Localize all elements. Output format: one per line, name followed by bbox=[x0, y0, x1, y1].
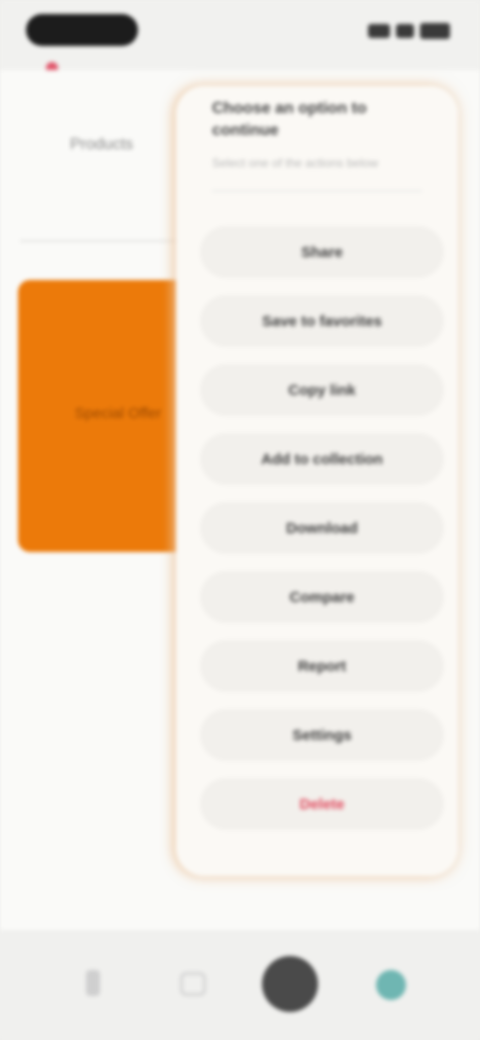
cart-icon bbox=[180, 972, 206, 996]
signal-icon bbox=[368, 24, 390, 38]
profile-icon[interactable] bbox=[262, 956, 318, 1012]
bottom-navigation bbox=[0, 930, 480, 1040]
menu-item-copy-link[interactable]: Copy link bbox=[200, 364, 444, 416]
status-bar: 12:30 bbox=[0, 0, 480, 74]
battery-icon bbox=[420, 23, 450, 39]
menu-list: Share Save to favorites Copy link Add to… bbox=[200, 226, 444, 847]
nav-chat-button[interactable] bbox=[366, 960, 416, 1010]
menu-item-label: Delete bbox=[299, 795, 345, 813]
menu-item-share[interactable]: Share bbox=[200, 226, 444, 278]
menu-item-label: Report bbox=[297, 657, 347, 675]
menu-item-compare[interactable]: Compare bbox=[200, 571, 444, 623]
wifi-icon bbox=[396, 24, 414, 38]
menu-item-label: Save to favorites bbox=[261, 312, 383, 330]
popup-divider bbox=[212, 190, 422, 192]
options-popup: Choose an option to continue Select one … bbox=[176, 86, 458, 876]
app-screen: 12:30 Products Special Offer Choose an o… bbox=[0, 0, 480, 1040]
nav-home-button[interactable] bbox=[68, 960, 118, 1010]
menu-item-delete[interactable]: Delete bbox=[200, 778, 444, 830]
menu-item-label: Settings bbox=[292, 726, 352, 744]
menu-item-label: Add to collection bbox=[261, 450, 383, 468]
chat-icon bbox=[376, 970, 406, 1000]
menu-item-settings[interactable]: Settings bbox=[200, 709, 444, 761]
popup-title: Choose an option to continue bbox=[212, 100, 367, 139]
menu-item-label: Share bbox=[301, 243, 343, 261]
status-time-pill: 12:30 bbox=[26, 14, 138, 46]
home-icon bbox=[86, 970, 100, 996]
menu-item-save-favorites[interactable]: Save to favorites bbox=[200, 295, 444, 347]
status-icons bbox=[368, 20, 450, 42]
menu-item-label: Compare bbox=[289, 588, 355, 606]
promo-banner-label: Special Offer bbox=[74, 405, 162, 422]
nav-cart-button[interactable] bbox=[168, 960, 218, 1010]
menu-item-label: Download bbox=[286, 519, 358, 537]
menu-item-download[interactable]: Download bbox=[200, 502, 444, 554]
status-time: 12:30 bbox=[64, 22, 100, 38]
page-title: Products bbox=[70, 136, 134, 153]
menu-item-label: Copy link bbox=[288, 381, 356, 399]
menu-item-report[interactable]: Report bbox=[200, 640, 444, 692]
menu-item-add-collection[interactable]: Add to collection bbox=[200, 433, 444, 485]
divider bbox=[20, 240, 180, 242]
promo-banner[interactable]: Special Offer bbox=[18, 280, 188, 552]
popup-subtitle: Select one of the actions below bbox=[212, 156, 379, 170]
